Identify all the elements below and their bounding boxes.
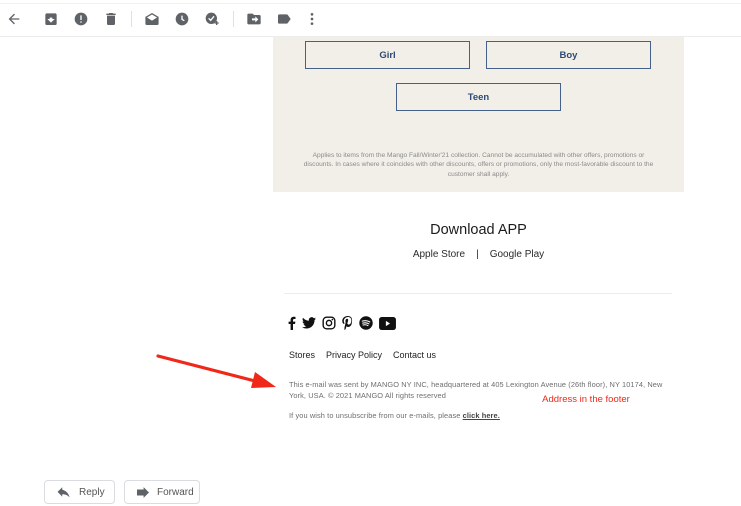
mark-unread-button[interactable] [143, 10, 161, 28]
category-boy-button[interactable]: Boy [486, 41, 651, 69]
clock-icon [175, 12, 189, 26]
instagram-icon[interactable] [322, 316, 336, 330]
mark-unread-icon [145, 13, 159, 25]
forward-label: Forward [157, 486, 194, 498]
archive-icon [45, 13, 57, 25]
report-spam-button[interactable] [72, 10, 90, 28]
more-options-button[interactable] [303, 10, 321, 28]
annotation-arrow [156, 354, 276, 388]
reply-label: Reply [79, 486, 105, 498]
google-play-link[interactable]: Google Play [490, 249, 544, 260]
unsubscribe-text: If you wish to unsubscribe from our e-ma… [289, 411, 669, 420]
download-app-title: Download APP [430, 222, 527, 238]
reply-icon [57, 486, 70, 497]
unsubscribe-prefix: If you wish to unsubscribe from our e-ma… [289, 411, 463, 420]
delete-button[interactable] [102, 10, 120, 28]
email-toolbar [0, 0, 741, 37]
social-links [287, 315, 396, 331]
forward-icon [137, 486, 149, 498]
category-girl-button[interactable]: Girl [305, 41, 470, 69]
forward-button[interactable]: Forward [124, 480, 200, 504]
promo-disclaimer: Applies to items from the Mango Fall/Win… [303, 152, 654, 178]
footer-divider [284, 293, 672, 294]
contact-us-link[interactable]: Contact us [393, 350, 436, 360]
labels-button[interactable] [275, 10, 293, 28]
trash-icon [106, 13, 116, 25]
privacy-policy-link[interactable]: Privacy Policy [326, 350, 382, 360]
twitter-icon[interactable] [302, 317, 316, 329]
category-teen-button[interactable]: Teen [396, 83, 561, 111]
toolbar-divider [131, 11, 132, 27]
facebook-icon[interactable] [287, 316, 296, 330]
annotation-label: Address in the footer [542, 394, 630, 405]
app-store-links: Apple Store | Google Play [273, 249, 684, 260]
reply-button[interactable]: Reply [44, 480, 115, 504]
spotify-icon[interactable] [359, 316, 373, 330]
pinterest-icon[interactable] [342, 316, 353, 330]
back-button[interactable] [5, 10, 23, 28]
arrow-left-icon [8, 13, 20, 25]
promo-section: Girl Boy Teen Applies to items from the … [273, 37, 684, 192]
snooze-button[interactable] [173, 10, 191, 28]
footer-links: Stores Privacy Policy Contact us [289, 350, 447, 360]
report-spam-icon [74, 12, 88, 26]
stores-link[interactable]: Stores [289, 350, 315, 360]
label-icon [278, 14, 291, 24]
apple-store-link[interactable]: Apple Store [413, 249, 465, 260]
store-separator: | [476, 249, 479, 260]
move-to-button[interactable] [245, 10, 263, 28]
more-vert-icon [310, 13, 314, 25]
archive-button[interactable] [42, 10, 60, 28]
add-task-icon [205, 12, 219, 25]
youtube-icon[interactable] [379, 316, 396, 330]
unsubscribe-link[interactable]: click here. [463, 411, 500, 420]
move-to-folder-icon [247, 13, 261, 25]
add-to-tasks-button[interactable] [203, 10, 221, 28]
toolbar-divider [233, 11, 234, 27]
